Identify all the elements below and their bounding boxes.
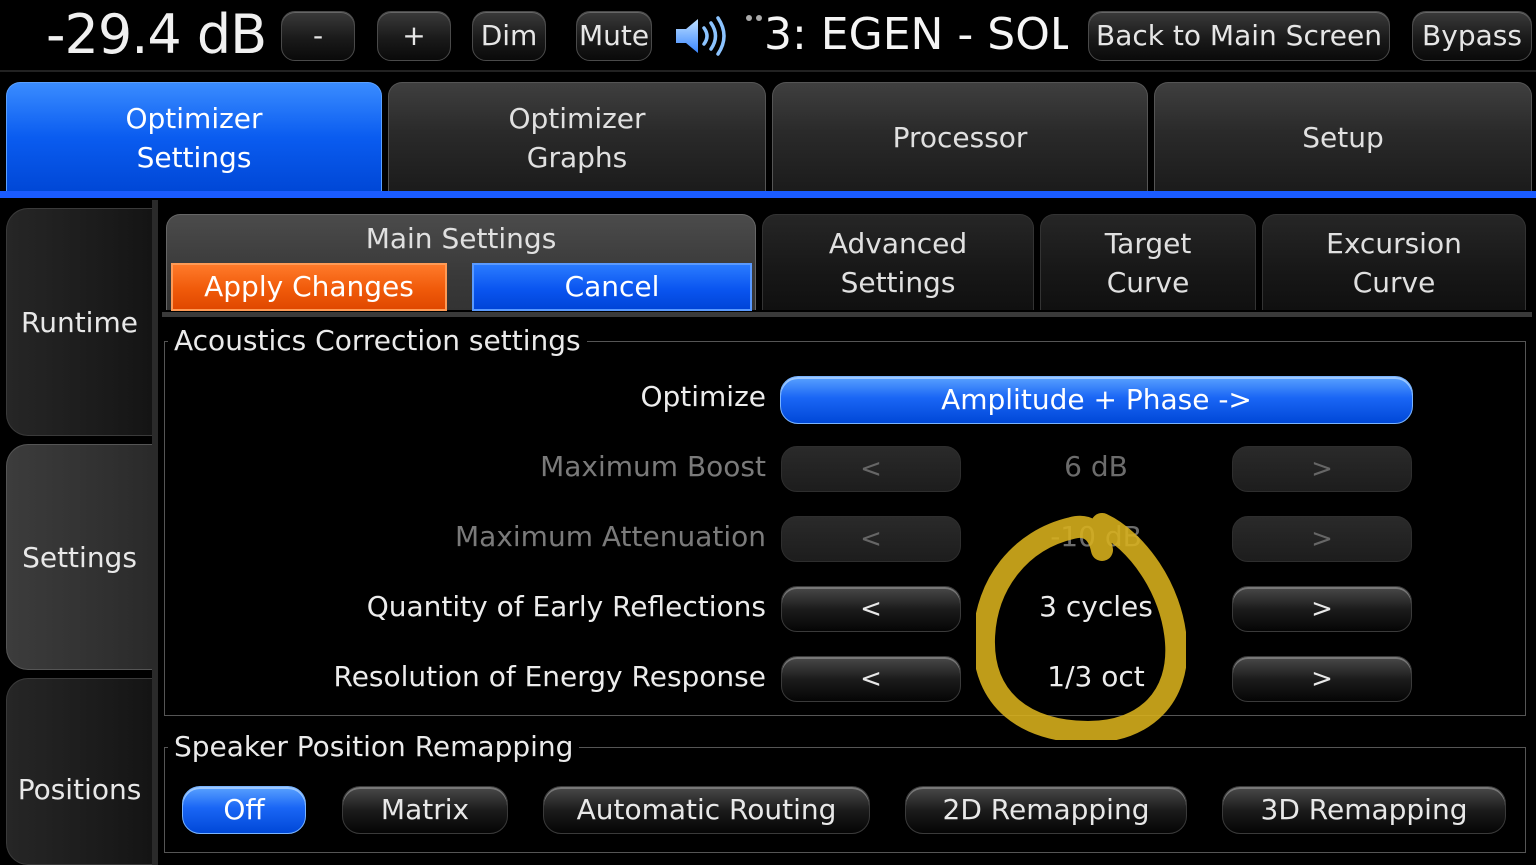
energy-response-resolution-label: Resolution of Energy Response — [333, 660, 767, 693]
early-reflections-increase-button[interactable]: > — [1232, 586, 1412, 632]
volume-down-button[interactable]: - — [281, 11, 355, 61]
volume-up-button[interactable]: + — [377, 11, 451, 61]
early-reflections-value: 3 cycles — [1039, 590, 1153, 623]
speaker-remapping-title: Speaker Position Remapping — [168, 730, 580, 763]
energy-response-decrease-button[interactable]: < — [781, 656, 961, 702]
side-tab-positions[interactable]: Positions — [6, 678, 152, 865]
maximum-attenuation-label: Maximum Attenuation — [455, 520, 766, 553]
maximum-boost-increase-button[interactable]: > — [1232, 446, 1412, 492]
optimize-label: Optimize — [640, 380, 766, 413]
acoustics-correction-title: Acoustics Correction settings — [168, 324, 587, 357]
maximum-boost-decrease-button[interactable]: < — [781, 446, 961, 492]
side-tab-divider — [152, 200, 158, 865]
mute-button[interactable]: Mute — [576, 11, 652, 61]
tab-optimizer-graphs[interactable]: Optimizer Graphs — [388, 82, 766, 192]
remap-3d-button[interactable]: 3D Remapping — [1222, 786, 1506, 834]
tab-excursion-curve[interactable]: Excursion Curve — [1262, 214, 1526, 310]
preset-name: 3: EGEN - SOL — [764, 9, 1068, 60]
remap-2d-button[interactable]: 2D Remapping — [905, 786, 1187, 834]
tab-optimizer-settings[interactable]: Optimizer Settings — [6, 82, 382, 192]
remap-off-button[interactable]: Off — [182, 786, 306, 834]
tab-advanced-settings[interactable]: Advanced Settings — [762, 214, 1034, 310]
energy-response-value: 1/3 oct — [1047, 660, 1145, 693]
sub-tab-underline — [162, 312, 1532, 317]
tab-processor[interactable]: Processor — [772, 82, 1148, 192]
main-tab-underline — [0, 191, 1536, 198]
optimize-mode-button[interactable]: Amplitude + Phase -> — [780, 376, 1413, 424]
side-tab-runtime[interactable]: Runtime — [6, 208, 152, 436]
main-settings-label: Main Settings — [365, 222, 557, 255]
maximum-boost-label: Maximum Boost — [540, 450, 766, 483]
early-reflections-decrease-button[interactable]: < — [781, 586, 961, 632]
remap-automatic-routing-button[interactable]: Automatic Routing — [543, 786, 870, 834]
maximum-attenuation-value: -10 dB — [1050, 520, 1142, 553]
back-to-main-screen-button[interactable]: Back to Main Screen — [1088, 11, 1390, 61]
tab-setup[interactable]: Setup — [1154, 82, 1532, 192]
speaker-volume-icon[interactable] — [672, 14, 736, 58]
cancel-button[interactable]: Cancel — [472, 263, 752, 311]
bypass-button[interactable]: Bypass — [1412, 11, 1532, 61]
volume-readout: -29.4 dB — [46, 3, 267, 66]
maximum-attenuation-increase-button[interactable]: > — [1232, 516, 1412, 562]
early-reflections-label: Quantity of Early Reflections — [366, 590, 766, 623]
apply-changes-button[interactable]: Apply Changes — [171, 263, 447, 311]
tab-target-curve[interactable]: Target Curve — [1040, 214, 1256, 310]
tab-main-settings[interactable]: Main Settings Apply Changes Cancel — [166, 214, 756, 311]
energy-response-increase-button[interactable]: > — [1232, 656, 1412, 702]
maximum-attenuation-decrease-button[interactable]: < — [781, 516, 961, 562]
remap-matrix-button[interactable]: Matrix — [342, 786, 508, 834]
dim-button[interactable]: Dim — [472, 11, 546, 61]
maximum-boost-value: 6 dB — [1064, 450, 1128, 483]
side-tab-settings[interactable]: Settings — [6, 444, 152, 670]
